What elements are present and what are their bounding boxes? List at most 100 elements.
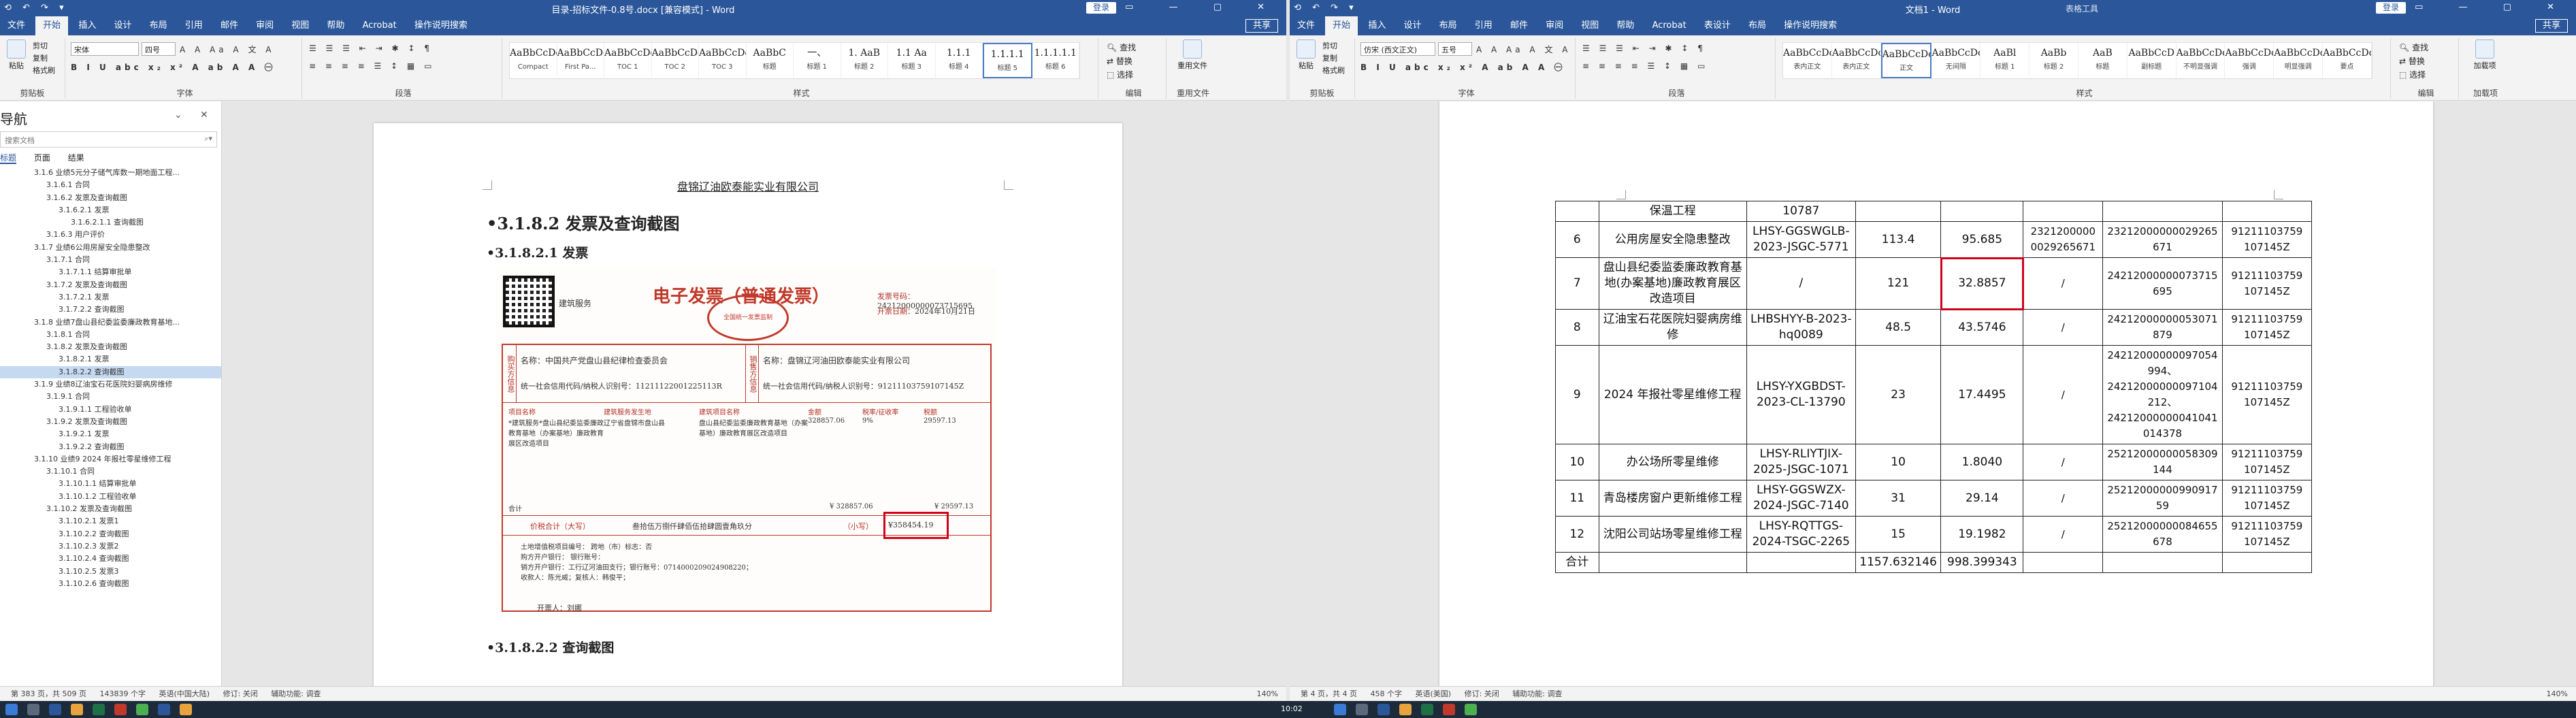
style-item[interactable]: AaBl 标题 1	[1980, 43, 2030, 78]
find-button[interactable]: 🔍︎ 查找	[1107, 41, 1136, 54]
tab-table-layout[interactable]: 布局	[1741, 16, 1774, 35]
table-cell-ticket[interactable]: 24212000000073715 695	[2102, 257, 2223, 310]
nav-heading-item[interactable]: 3.1.10.2.2 查询截图	[0, 528, 221, 540]
nav-heading-item[interactable]: 3.1.10.2.4 查询截图	[0, 553, 221, 565]
table-cell-invoice[interactable]: 998.399343	[1940, 552, 2024, 573]
table-cell-contract[interactable]: 10787	[1746, 201, 1856, 222]
table-cell-contract[interactable]: LHSY-RLIYTJIX-2025-JSGC-1071	[1746, 444, 1856, 480]
excel-app-icon[interactable]	[93, 704, 105, 715]
table-cell-no[interactable]: 6	[1555, 221, 1599, 258]
window-controls[interactable]: ▭ — ▢ ✕	[1125, 2, 1281, 12]
table-cell-no[interactable]: 12	[1555, 516, 1599, 553]
style-item[interactable]: AaBbCcD 副标题	[2127, 43, 2176, 78]
table-cell-ticket[interactable]: 25212000000990917 59	[2102, 480, 2223, 517]
style-item[interactable]: AaBbCcDc 表内正文	[1832, 43, 1881, 78]
login-button[interactable]: 登录	[1086, 2, 1116, 14]
table-cell-name[interactable]: 青岛楼房窗户更新维修工程	[1598, 480, 1747, 517]
tell-me-search[interactable]: 操作说明搜索	[1776, 16, 1844, 35]
style-item[interactable]: AaB 标题	[2078, 43, 2127, 78]
table-cell-tax[interactable]: 91211103759 107145Z	[2221, 480, 2313, 517]
share-button[interactable]: 共享	[2534, 19, 2568, 33]
copy-button[interactable]: 复制	[33, 52, 48, 65]
table-cell-amount[interactable]: 1157.632146	[1855, 552, 1942, 573]
status-language[interactable]: 英语(中国大陆)	[159, 689, 210, 698]
table-cell-tax[interactable]: 91211103759 107145Z	[2221, 221, 2313, 258]
table-cell-ticket[interactable]	[2102, 552, 2223, 573]
table-cell-invoice[interactable]: 29.14	[1940, 480, 2024, 517]
style-item[interactable]: AaBbCcDc 无间隔	[1931, 43, 1981, 78]
tab-table-design[interactable]: 表设计	[1697, 16, 1738, 35]
nav-heading-item[interactable]: 3.1.9.2.2 查询截图	[0, 441, 221, 453]
nav-heading-item[interactable]: 3.1.10.1 合同	[0, 466, 221, 478]
tab-review[interactable]: 审阅	[248, 16, 281, 35]
format-painter-button[interactable]: 格式刷	[1322, 64, 1345, 78]
table-cell-contract[interactable]: LHBSHYY-B-2023-hq0089	[1746, 309, 1856, 346]
tab-file[interactable]: 文件	[0, 16, 33, 35]
table-cell-ticket[interactable]	[2102, 201, 2223, 222]
nav-heading-item[interactable]: 3.1.9 业绩8辽油宝石花医院妇婴病房维修	[0, 378, 221, 391]
nav-heading-item[interactable]: 3.1.10.1.2 工程验收单	[0, 491, 221, 503]
style-item[interactable]: 1.1.1 标题 4	[936, 43, 983, 78]
table-cell-contract[interactable]: /	[1746, 257, 1856, 310]
nav-heading-item[interactable]: 3.1.10.2.1 发票1	[0, 515, 221, 527]
nav-search-input[interactable]: 搜索文档 ⌕▾	[0, 131, 217, 148]
table-cell-amount[interactable]: 48.5	[1855, 309, 1942, 346]
table-cell-tax[interactable]: 91211103759 107145Z	[2221, 309, 2313, 346]
table-cell-invoice[interactable]: 1.8040	[1940, 444, 2024, 480]
table-cell-code[interactable]: 2321200000 0029265671	[2023, 221, 2104, 258]
style-item-selected[interactable]: AaBbCcDc 正文	[1880, 43, 1932, 78]
style-item[interactable]: 一、 标题 1	[794, 43, 841, 78]
status-track[interactable]: 修订: 关闭	[223, 689, 258, 698]
format-painter-button[interactable]: 格式刷	[33, 64, 55, 78]
list-buttons[interactable]: ☰ ☰ ☰ ⇤ ⇥ ✱ ↕ ¶	[309, 44, 433, 53]
nav-heading-item[interactable]: 3.1.8 业绩7盘山县纪委监委廉政教育基地...	[0, 316, 221, 329]
pdf-app-icon[interactable]	[114, 704, 127, 715]
tab-help[interactable]: 帮助	[319, 16, 352, 35]
nav-heading-item[interactable]: 3.1.7.1 合同	[0, 254, 221, 266]
status-words[interactable]: 458 个字	[1370, 689, 1402, 698]
find-button[interactable]: 🔍︎ 查找	[2399, 41, 2428, 54]
table-cell-invoice[interactable]: 43.5746	[1940, 309, 2024, 346]
nav-heading-item[interactable]: 3.1.8.2 发票及查询截图	[0, 341, 221, 353]
start-icon[interactable]	[1334, 704, 1346, 715]
table-cell-amount[interactable]: 121	[1855, 257, 1942, 310]
close-icon[interactable]: ✕	[200, 110, 208, 120]
table-cell-contract[interactable]: LHSY-RQTTGS-2024-TSGC-2265	[1746, 516, 1856, 553]
tab-file[interactable]: 文件	[1290, 16, 1322, 35]
nav-heading-item[interactable]: 3.1.10.2.3 发票2	[0, 540, 221, 553]
word-app-icon[interactable]	[49, 704, 61, 715]
style-item[interactable]: 1.1.1.1.1 标题 6	[1032, 43, 1079, 78]
paste-button[interactable]: 粘贴	[1, 39, 31, 71]
nav-heading-item[interactable]: 3.1.9.2.1 发票	[0, 428, 221, 440]
table-cell-no[interactable]: 10	[1555, 444, 1599, 480]
folder-icon[interactable]	[1399, 704, 1412, 715]
table-cell-code[interactable]: /	[2023, 444, 2104, 480]
table-cell-name[interactable]: 办公场所零星维修	[1598, 444, 1747, 480]
nav-heading-item[interactable]: 3.1.7.2 发票及查询截图	[0, 279, 221, 291]
style-item[interactable]: AaBbCcDd Compact	[510, 43, 557, 78]
tell-me-search[interactable]: 操作说明搜索	[407, 16, 475, 35]
word-app-icon[interactable]	[158, 704, 170, 715]
table-cell-name[interactable]: 沈阳公司站场零星维修工程	[1598, 516, 1747, 553]
font-name-select[interactable]: 仿宋 (西文正文)	[1360, 42, 1435, 56]
select-button[interactable]: ⬚ 选择	[1107, 68, 1133, 82]
table-cell-no[interactable]: 11	[1555, 480, 1599, 517]
table-cell-tax[interactable]: 91211103759 107145Z	[2221, 257, 2313, 310]
table-cell-tax[interactable]: 91211103759 107145Z	[2221, 516, 2313, 553]
table-cell-code[interactable]	[2023, 201, 2104, 222]
style-item[interactable]: AaBbCcDc 表内正文	[1783, 43, 1832, 78]
table-cell-tax[interactable]	[2221, 201, 2313, 222]
reuse-files-button[interactable]: 重用文件	[1177, 39, 1207, 71]
tab-home[interactable]: 开始	[35, 16, 69, 35]
tab-references[interactable]: 引用	[1467, 16, 1500, 35]
table-cell-code[interactable]: /	[2023, 345, 2104, 444]
table-cell-code[interactable]: /	[2023, 257, 2104, 310]
table-cell-contract[interactable]	[1746, 552, 1856, 573]
style-item[interactable]: AaBbCcDc 明显强调	[2274, 43, 2324, 78]
table-cell-ticket[interactable]: 24212000000097054 994、24212000000097104 …	[2102, 345, 2223, 444]
table-cell-name[interactable]: 辽油宝石花医院妇婴病房维修	[1598, 309, 1747, 346]
nav-heading-item[interactable]: 3.1.9.2 发票及查询截图	[0, 416, 221, 428]
style-item[interactable]: AaBbCcDd TOC 3	[699, 43, 747, 78]
table-cell-ticket[interactable]: 25212000000084655 678	[2102, 516, 2223, 553]
nav-heading-item[interactable]: 3.1.8.1 合同	[0, 329, 221, 341]
